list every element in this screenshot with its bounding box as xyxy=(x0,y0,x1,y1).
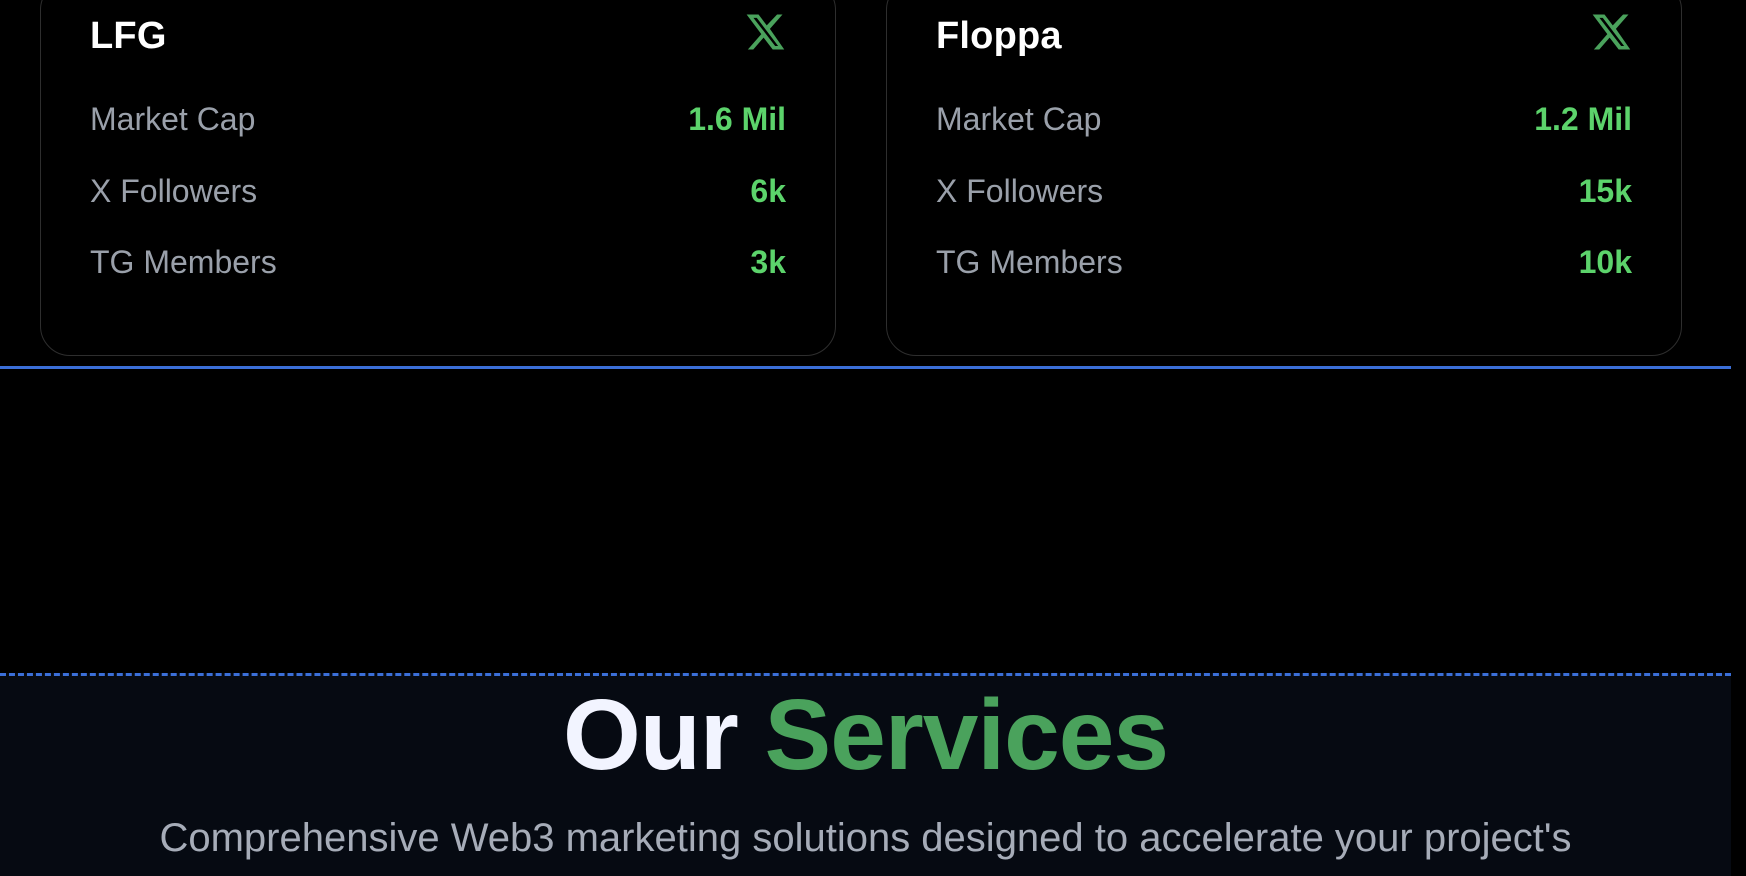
stat-row-x-followers: X Followers 15k xyxy=(936,173,1632,213)
stat-value: 1.6 Mil xyxy=(688,101,786,137)
services-section: Our Services Comprehensive Web3 marketin… xyxy=(0,673,1731,876)
stat-label: X Followers xyxy=(90,173,258,209)
x-logo-icon[interactable] xyxy=(1590,11,1632,53)
stat-label: Market Cap xyxy=(90,101,256,137)
project-card-lfg: LFG Market Cap 1.6 Mil X Followers 6k TG… xyxy=(40,0,836,356)
stat-label: Market Cap xyxy=(936,101,1102,137)
stat-row-x-followers: X Followers 6k xyxy=(90,173,786,213)
project-card-floppa: Floppa Market Cap 1.2 Mil X Followers 15… xyxy=(886,0,1682,356)
stat-row-tg-members: TG Members 3k xyxy=(90,244,786,284)
services-heading: Our Services xyxy=(0,680,1731,790)
stat-value: 3k xyxy=(750,244,786,280)
projects-section: LFG Market Cap 1.6 Mil X Followers 6k TG… xyxy=(0,0,1731,369)
x-logo-icon[interactable] xyxy=(744,11,786,53)
stat-label: X Followers xyxy=(936,173,1104,209)
stat-row-market-cap: Market Cap 1.2 Mil xyxy=(936,101,1632,141)
services-heading-white: Our xyxy=(562,679,739,791)
stat-row-market-cap: Market Cap 1.6 Mil xyxy=(90,101,786,141)
stat-value: 10k xyxy=(1578,244,1632,280)
project-name: Floppa xyxy=(936,15,1062,57)
services-heading-green: Services xyxy=(764,679,1169,791)
stat-value: 1.2 Mil xyxy=(1534,101,1632,137)
stat-value: 6k xyxy=(750,173,786,209)
services-subtitle: Comprehensive Web3 marketing solutions d… xyxy=(159,816,1572,860)
stat-label: TG Members xyxy=(936,244,1123,280)
stat-value: 15k xyxy=(1578,173,1632,209)
stat-label: TG Members xyxy=(90,244,277,280)
project-name: LFG xyxy=(90,15,167,57)
stat-row-tg-members: TG Members 10k xyxy=(936,244,1632,284)
